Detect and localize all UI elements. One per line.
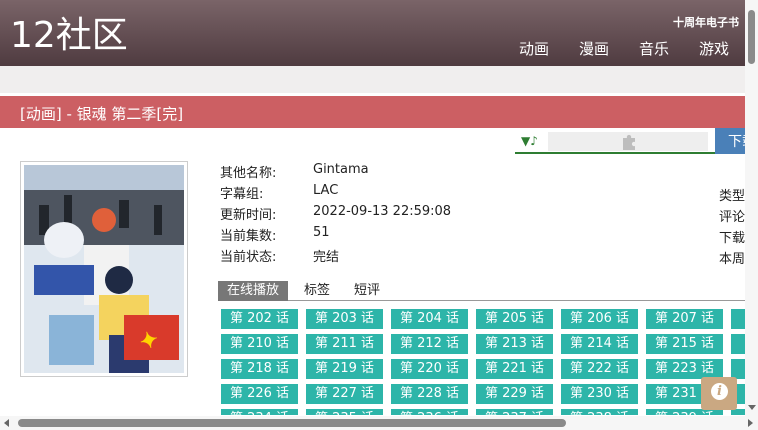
- info-row-updated: 更新时间: 2022-09-13 22:59:08: [220, 204, 520, 225]
- episode-button[interactable]: 第 220 话: [391, 359, 468, 379]
- episode-button[interactable]: 第 205 话: [476, 309, 553, 329]
- side-label-comments: 评论: [719, 210, 746, 225]
- info-row-subgroup: 字幕组: LAC: [220, 183, 520, 204]
- episode-grid: 第 202 话第 203 话第 204 话第 205 话第 206 话第 207…: [221, 309, 745, 415]
- puzzle-icon: [623, 134, 635, 150]
- info-row-alias: 其他名称: Gintama: [220, 162, 520, 183]
- vertical-scroll-thumb[interactable]: [748, 10, 755, 64]
- anniversary-ebook-link[interactable]: 十周年电子书: [673, 14, 739, 30]
- episode-button[interactable]: 第: [731, 309, 745, 329]
- episode-button[interactable]: 第 229 话: [476, 384, 553, 404]
- episode-button[interactable]: 第 211 话: [306, 334, 383, 354]
- info-value[interactable]: LAC: [313, 183, 338, 198]
- episode-button[interactable]: 第 213 话: [476, 334, 553, 354]
- episode-button[interactable]: 第 203 话: [306, 309, 383, 329]
- cover-image[interactable]: ✦: [20, 161, 188, 377]
- info-icon: i: [711, 383, 728, 400]
- episode-button[interactable]: 第 226 话: [221, 384, 298, 404]
- player-plugin-area[interactable]: [548, 132, 708, 151]
- info-value: 2022-09-13 22:59:08: [313, 204, 452, 219]
- side-label-downloads: 下载: [719, 231, 746, 246]
- main-nav: 动画 漫画 音乐 游戏: [519, 38, 745, 59]
- info-value: Gintama: [313, 162, 369, 177]
- nav-item-manga[interactable]: 漫画: [579, 38, 609, 59]
- episode-button[interactable]: 第 238 话: [561, 409, 638, 415]
- episode-button[interactable]: 第: [731, 334, 745, 354]
- download-button[interactable]: 下载: [715, 128, 745, 154]
- episode-button[interactable]: 第 234 话: [221, 409, 298, 415]
- scroll-left-arrow-icon[interactable]: [4, 419, 9, 427]
- audio-player: ▼♪: [515, 130, 715, 154]
- episode-button[interactable]: 第 222 话: [561, 359, 638, 379]
- episode-button[interactable]: 第 227 话: [306, 384, 383, 404]
- sub-header-band: [0, 66, 745, 93]
- episode-button[interactable]: 第 218 话: [221, 359, 298, 379]
- info-value: 完结: [313, 250, 340, 265]
- title-bar: [动画] - 银魂 第二季[完]: [0, 96, 745, 128]
- episode-button[interactable]: 第 237 话: [476, 409, 553, 415]
- horizontal-scroll-thumb[interactable]: [18, 419, 566, 427]
- vertical-scrollbar[interactable]: [745, 0, 758, 416]
- episode-button[interactable]: 第 204 话: [391, 309, 468, 329]
- content-tabs: 在线播放 标签 短评: [218, 281, 745, 301]
- nav-item-games[interactable]: 游戏: [699, 38, 729, 59]
- episode-button[interactable]: 第 214 话: [561, 334, 638, 354]
- horizontal-scrollbar[interactable]: [0, 416, 758, 430]
- scroll-right-arrow-icon[interactable]: [748, 419, 753, 427]
- episode-button[interactable]: 第 212 话: [391, 334, 468, 354]
- site-header: 12社区 十周年电子书 动画 漫画 音乐 游戏: [0, 0, 745, 66]
- gintama-cover-art: ✦: [24, 165, 184, 373]
- episode-button[interactable]: 第 228 话: [391, 384, 468, 404]
- info-label: 当前状态:: [220, 250, 277, 265]
- page-title: [动画] - 银魂 第二季[完]: [20, 105, 184, 123]
- nav-item-anime[interactable]: 动画: [519, 38, 549, 59]
- episode-button[interactable]: 第 202 话: [221, 309, 298, 329]
- info-label: 当前集数:: [220, 229, 277, 244]
- episode-button[interactable]: 第 221 话: [476, 359, 553, 379]
- info-label: 其他名称:: [220, 166, 277, 181]
- episode-button[interactable]: 第 210 话: [221, 334, 298, 354]
- nav-item-music[interactable]: 音乐: [639, 38, 669, 59]
- episode-button[interactable]: 第: [731, 359, 745, 379]
- side-label-this-week: 本周: [719, 252, 746, 267]
- info-label: 字幕组:: [220, 187, 264, 202]
- episode-button[interactable]: 第 215 话: [646, 334, 723, 354]
- info-row-status: 当前状态: 完结: [220, 246, 520, 267]
- episode-button[interactable]: 第 207 话: [646, 309, 723, 329]
- episode-button[interactable]: 第 206 话: [561, 309, 638, 329]
- tab-short-reviews[interactable]: 短评: [345, 281, 389, 301]
- tab-online-play[interactable]: 在线播放: [218, 281, 289, 301]
- episode-button[interactable]: 第 235 话: [306, 409, 383, 415]
- info-row-episodes: 当前集数: 51: [220, 225, 520, 246]
- info-label: 更新时间:: [220, 208, 277, 223]
- info-value: 51: [313, 225, 330, 240]
- episode-button[interactable]: 第 236 话: [391, 409, 468, 415]
- episode-button[interactable]: 第 230 话: [561, 384, 638, 404]
- tab-tags[interactable]: 标签: [295, 281, 339, 301]
- info-button[interactable]: i: [701, 377, 737, 410]
- scroll-down-arrow-icon[interactable]: [748, 405, 756, 410]
- site-logo[interactable]: 12社区: [10, 14, 128, 58]
- page: 12社区 十周年电子书 动画 漫画 音乐 游戏 [动画] - 银魂 第二季[完]…: [0, 0, 758, 430]
- side-label-type: 类型: [719, 189, 746, 204]
- episode-button[interactable]: 第 219 话: [306, 359, 383, 379]
- music-note-icon[interactable]: ▼♪: [521, 134, 538, 148]
- episode-button[interactable]: 第 223 话: [646, 359, 723, 379]
